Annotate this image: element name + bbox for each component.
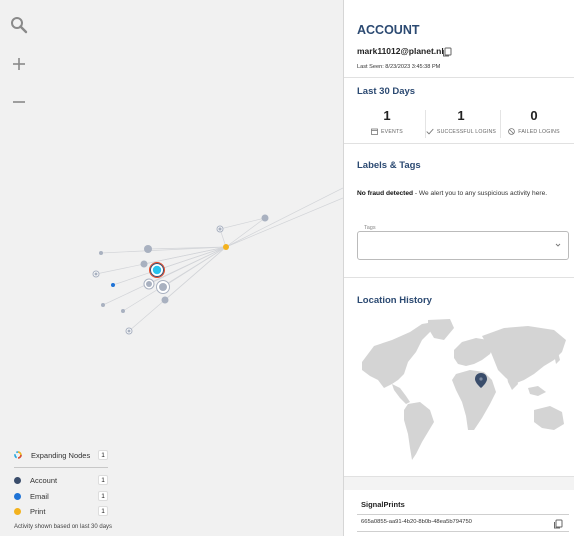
blocked-icon bbox=[508, 128, 516, 135]
stat-value: 1 bbox=[383, 108, 391, 123]
section-gap bbox=[344, 477, 574, 490]
calendar-icon bbox=[371, 128, 378, 135]
account-color-dot bbox=[14, 476, 21, 484]
fraud-status-bold: No fraud detected bbox=[357, 190, 414, 197]
graph-node[interactable] bbox=[161, 296, 169, 304]
expanding-nodes-icon bbox=[14, 451, 22, 459]
divider bbox=[344, 143, 574, 144]
graph-node[interactable] bbox=[99, 251, 103, 255]
labels-tags-title: Labels & Tags bbox=[357, 160, 421, 171]
stat-value: 0 bbox=[530, 108, 538, 123]
divider bbox=[344, 277, 574, 278]
graph-node[interactable] bbox=[140, 260, 148, 268]
account-title: ACCOUNT bbox=[357, 23, 420, 37]
legend-count: 1 bbox=[98, 475, 108, 485]
account-details-panel: ACCOUNT mark11012@planet.nl Last Seen: 8… bbox=[343, 0, 574, 536]
signalprint-id: 665a0855-aa91-4b20-8b0b-48ea5b794750 bbox=[361, 519, 472, 525]
stat-failed-logins: 0 FAILED LOGINS bbox=[496, 108, 572, 135]
stat-events: 1 EVENTS bbox=[349, 108, 425, 135]
legend-label: Expanding Nodes bbox=[31, 450, 91, 460]
legend-divider bbox=[14, 467, 108, 468]
stat-successful-logins: 1 SUCCESSFUL LOGINS bbox=[423, 108, 499, 135]
graph-node-email[interactable] bbox=[111, 283, 115, 287]
legend-item-account[interactable]: Account 1 bbox=[14, 474, 108, 486]
stat-label: EVENTS bbox=[381, 128, 403, 135]
legend-item-print[interactable]: Print 1 bbox=[14, 505, 108, 517]
copy-icon[interactable] bbox=[553, 519, 563, 529]
legend-count: 1 bbox=[98, 450, 108, 460]
graph-canvas[interactable]: Expanding Nodes 1 Account 1 Email 1 Prin… bbox=[0, 0, 343, 536]
location-history-title: Location History bbox=[357, 295, 432, 306]
legend-label: Print bbox=[30, 506, 46, 516]
chevron-down-icon[interactable] bbox=[554, 241, 562, 249]
last-seen: Last Seen: 8/23/2023 3:45:38 PM bbox=[357, 64, 441, 70]
divider bbox=[344, 77, 574, 78]
legend-label: Email bbox=[30, 491, 49, 501]
graph-node-print[interactable] bbox=[223, 244, 229, 250]
world-map-svg bbox=[362, 319, 566, 460]
graph-node[interactable] bbox=[261, 214, 269, 222]
email-color-dot bbox=[14, 492, 21, 500]
print-color-dot bbox=[14, 507, 21, 515]
legend-expanding-nodes: Expanding Nodes 1 bbox=[14, 449, 108, 461]
legend-label: Account bbox=[30, 475, 58, 485]
legend-count: 1 bbox=[98, 491, 108, 501]
checkmark-icon bbox=[426, 128, 434, 135]
copy-icon[interactable] bbox=[442, 47, 452, 57]
last30-title: Last 30 Days bbox=[357, 86, 416, 97]
legend-item-email[interactable]: Email 1 bbox=[14, 490, 108, 502]
stat-label: SUCCESSFUL LOGINS bbox=[436, 128, 497, 135]
divider bbox=[357, 531, 569, 532]
account-email: mark11012@planet.nl bbox=[357, 46, 444, 56]
fraud-status: No fraud detected - We alert you to any … bbox=[357, 189, 557, 199]
world-map[interactable] bbox=[358, 318, 570, 466]
graph-node[interactable] bbox=[101, 303, 105, 307]
activity-note: Activity shown based on last 30 days bbox=[14, 524, 113, 530]
fraud-status-text: - We alert you to any suspicious activit… bbox=[413, 190, 548, 197]
graph-node[interactable] bbox=[121, 309, 125, 313]
stat-label: FAILED LOGINS bbox=[518, 128, 560, 135]
tags-label: Tags bbox=[362, 225, 378, 231]
signalprints-title: SignalPrints bbox=[361, 500, 405, 509]
graph-node[interactable] bbox=[144, 245, 152, 253]
legend-count: 1 bbox=[98, 506, 108, 516]
tags-select[interactable] bbox=[357, 231, 569, 260]
stat-value: 1 bbox=[457, 108, 465, 123]
divider bbox=[357, 514, 569, 515]
